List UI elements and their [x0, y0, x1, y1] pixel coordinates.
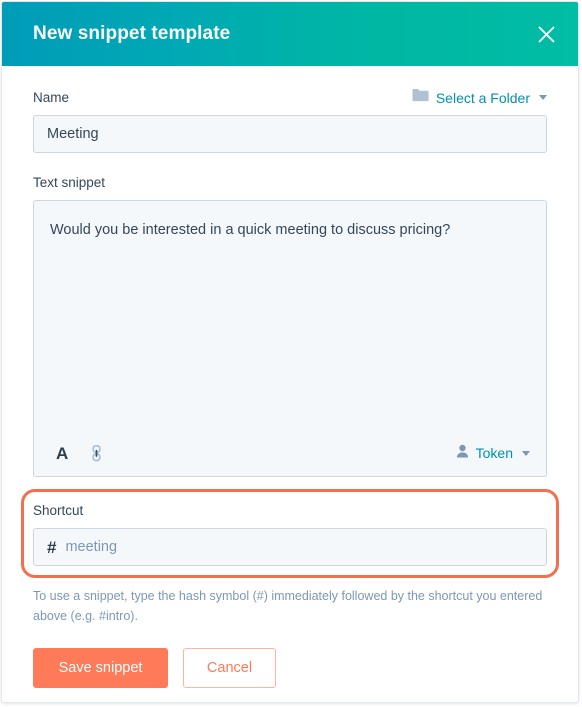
dialog-header: New snippet template [2, 2, 578, 66]
shortcut-input-value: meeting [65, 539, 118, 555]
text-snippet-value: Would you be interested in a quick meeti… [50, 222, 451, 238]
font-format-icon[interactable]: A [56, 445, 68, 462]
shortcut-input[interactable]: # meeting [33, 528, 547, 566]
dialog-body: Name Select a Folder Meeting Text snippe… [2, 88, 578, 688]
chevron-down-icon [539, 95, 547, 100]
cancel-button[interactable]: Cancel [183, 648, 276, 688]
name-row: Name Select a Folder [33, 88, 547, 107]
close-button[interactable] [530, 18, 562, 50]
close-icon [537, 25, 556, 44]
select-folder-dropdown[interactable]: Select a Folder [412, 88, 547, 107]
dialog-footer: Save snippet Cancel [33, 648, 547, 688]
token-dropdown[interactable]: Token [456, 444, 530, 463]
new-snippet-dialog: New snippet template Name Select a Folde… [1, 1, 579, 703]
text-snippet-editor[interactable]: Would you be interested in a quick meeti… [33, 200, 547, 477]
shortcut-helper-text: To use a snippet, type the hash symbol (… [33, 589, 543, 623]
editor-toolbar-left: A [56, 445, 103, 462]
dialog-title: New snippet template [33, 23, 231, 44]
text-snippet-label: Text snippet [33, 175, 106, 190]
token-label: Token [475, 445, 513, 461]
name-label: Name [33, 89, 70, 105]
select-folder-label: Select a Folder [435, 89, 530, 106]
editor-toolbar: A Token [34, 430, 546, 476]
shortcut-section: Shortcut # meeting [21, 489, 559, 578]
user-icon [456, 444, 469, 463]
shortcut-label: Shortcut [33, 503, 84, 518]
folder-icon [412, 88, 429, 107]
hash-icon: # [47, 537, 57, 557]
chevron-down-icon [522, 450, 530, 456]
name-input-value: Meeting [47, 126, 99, 142]
save-snippet-button[interactable]: Save snippet [33, 648, 168, 688]
name-input[interactable]: Meeting [33, 115, 547, 153]
link-icon[interactable] [90, 444, 103, 462]
